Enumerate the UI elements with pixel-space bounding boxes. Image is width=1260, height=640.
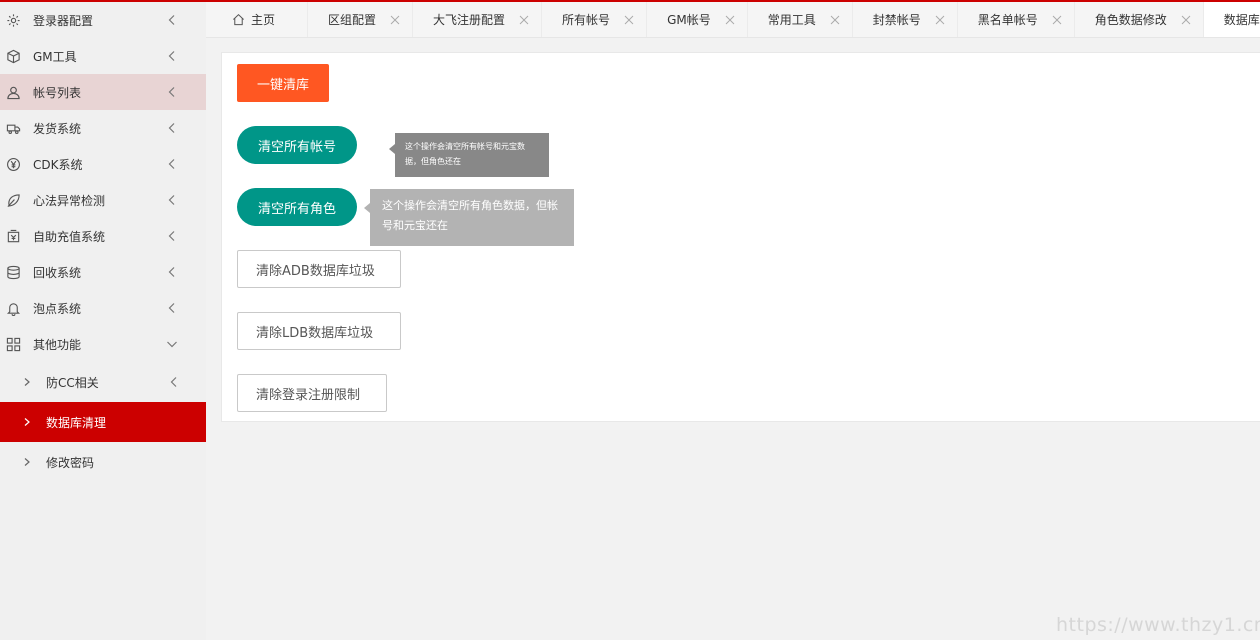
sidebar-item-label: 自助充值系统	[33, 229, 106, 244]
chevron-down-icon	[166, 338, 178, 350]
chevron-left-icon	[166, 266, 178, 278]
sidebar-item-label: 发货系统	[33, 121, 82, 136]
clear-login-limit-button[interactable]: 清除登录注册限制	[237, 374, 387, 412]
tab-label: 大飞注册配置	[433, 13, 506, 27]
tab-all-accounts[interactable]: 所有帐号	[542, 2, 648, 37]
clear-adb-garbage-button[interactable]: 清除ADB数据库垃圾	[237, 250, 401, 288]
sidebar-subitem-label: 防CC相关	[46, 375, 99, 390]
tab-common-tools[interactable]: 常用工具	[748, 2, 853, 37]
sidebar-item-bubble-system[interactable]: 泡点系统	[0, 290, 206, 326]
tab-label: 角色数据修改	[1094, 13, 1167, 27]
clear-all-button[interactable]: 一键清库	[237, 64, 329, 102]
cube-icon	[5, 48, 21, 64]
tab-label: 所有帐号	[562, 13, 611, 27]
sidebar-item-label: 其他功能	[33, 337, 82, 352]
chevron-left-icon	[166, 158, 178, 170]
chevron-left-icon	[166, 122, 178, 134]
sidebar-item-account-list[interactable]: 帐号列表	[0, 74, 206, 110]
content-panel: 一键清库 清空所有帐号 这个操作会清空所有帐号和元宝数据，但角色还在 清空所有角…	[221, 52, 1260, 422]
clear-all-accounts-button[interactable]: 清空所有帐号	[237, 126, 357, 164]
sidebar-item-gm-tools[interactable]: GM工具	[0, 38, 206, 74]
tab-label: 数据库清理	[1223, 13, 1260, 27]
sidebar-item-cdk-system[interactable]: CDK系统	[0, 146, 206, 182]
chevron-left-icon	[166, 302, 178, 314]
tab-label: 区组配置	[328, 13, 377, 27]
wallet-icon	[5, 228, 21, 244]
close-icon[interactable]	[935, 15, 945, 25]
close-icon[interactable]	[1052, 15, 1062, 25]
bell-icon	[5, 300, 21, 316]
clear-roles-tooltip: 这个操作会清空所有角色数据，但帐号和元宝还在	[364, 189, 574, 246]
apps-grid-icon	[5, 336, 21, 352]
chevron-right-icon	[22, 377, 32, 387]
sidebar-item-label: 登录器配置	[33, 13, 94, 28]
chevron-left-icon	[168, 376, 180, 388]
sidebar-item-label: 回收系统	[33, 265, 82, 280]
tab-zone-config[interactable]: 区组配置	[308, 2, 414, 37]
user-icon	[5, 84, 21, 100]
tab-blacklist-accounts[interactable]: 黑名单帐号	[958, 2, 1075, 37]
chevron-left-icon	[166, 14, 178, 26]
sidebar-subitem-label: 修改密码	[46, 455, 95, 470]
sidebar-item-recycle-system[interactable]: 回收系统	[0, 254, 206, 290]
tab-role-data-edit[interactable]: 角色数据修改	[1075, 2, 1204, 37]
sidebar-item-label: GM工具	[33, 49, 77, 64]
sidebar-item-label: CDK系统	[33, 157, 83, 172]
sidebar-item-label: 泡点系统	[33, 301, 82, 316]
sidebar-item-label: 心法异常检测	[33, 193, 106, 208]
tab-label: GM帐号	[667, 13, 711, 27]
tab-dafei-register-config[interactable]: 大飞注册配置	[413, 2, 543, 37]
sidebar-item-other-functions[interactable]: 其他功能	[0, 326, 206, 362]
sidebar-subitem-database-cleanup[interactable]: 数据库清理	[0, 402, 206, 442]
close-icon[interactable]	[519, 15, 529, 25]
sidebar-item-self-recharge[interactable]: 自助充值系统	[0, 218, 206, 254]
clear-accounts-tooltip: 这个操作会清空所有帐号和元宝数据，但角色还在	[389, 133, 549, 177]
tab-gm-accounts[interactable]: GM帐号	[647, 2, 748, 37]
database-icon	[5, 264, 21, 280]
tab-label: 常用工具	[767, 13, 816, 27]
close-icon[interactable]	[624, 15, 634, 25]
close-icon[interactable]	[830, 15, 840, 25]
sidebar: 登录器配置 GM工具 帐号列表 发货系统 CDK系统 心法异常检测 自助充值系统…	[0, 2, 206, 640]
sidebar-subitem-change-password[interactable]: 修改密码	[0, 442, 206, 482]
leaf-icon	[5, 192, 21, 208]
chevron-left-icon	[166, 50, 178, 62]
home-icon	[232, 13, 245, 26]
close-icon[interactable]	[725, 15, 735, 25]
sidebar-item-delivery-system[interactable]: 发货系统	[0, 110, 206, 146]
tab-label: 主页	[251, 13, 276, 27]
sidebar-subitem-anti-cc[interactable]: 防CC相关	[0, 362, 206, 402]
chevron-left-icon	[166, 230, 178, 242]
tab-banned-accounts[interactable]: 封禁帐号	[853, 2, 958, 37]
sidebar-subitem-label: 数据库清理	[46, 415, 107, 430]
tab-database-cleanup[interactable]: 数据库清理	[1203, 2, 1260, 37]
chevron-right-icon	[22, 417, 32, 427]
sidebar-item-anomaly-detect[interactable]: 心法异常检测	[0, 182, 206, 218]
gear-icon	[5, 12, 21, 28]
close-icon[interactable]	[390, 15, 400, 25]
sidebar-item-launcher-config[interactable]: 登录器配置	[0, 2, 206, 38]
chevron-left-icon	[166, 86, 178, 98]
clear-ldb-garbage-button[interactable]: 清除LDB数据库垃圾	[237, 312, 401, 350]
watermark-text: https://www.thzy1.cn	[1056, 614, 1260, 636]
chevron-left-icon	[166, 194, 178, 206]
clear-all-roles-button[interactable]: 清空所有角色	[237, 188, 357, 226]
truck-icon	[5, 120, 21, 136]
chevron-right-icon	[22, 457, 32, 467]
yen-circle-icon	[5, 156, 21, 172]
tab-home[interactable]: 主页	[206, 2, 309, 37]
tab-bar: 主页 区组配置 大飞注册配置 所有帐号 GM帐号 常用工具 封禁帐号 黑名单帐号…	[206, 2, 1260, 38]
sidebar-item-label: 帐号列表	[33, 85, 82, 100]
tab-label: 封禁帐号	[872, 13, 921, 27]
close-icon[interactable]	[1181, 15, 1191, 25]
tab-label: 黑名单帐号	[977, 13, 1038, 27]
